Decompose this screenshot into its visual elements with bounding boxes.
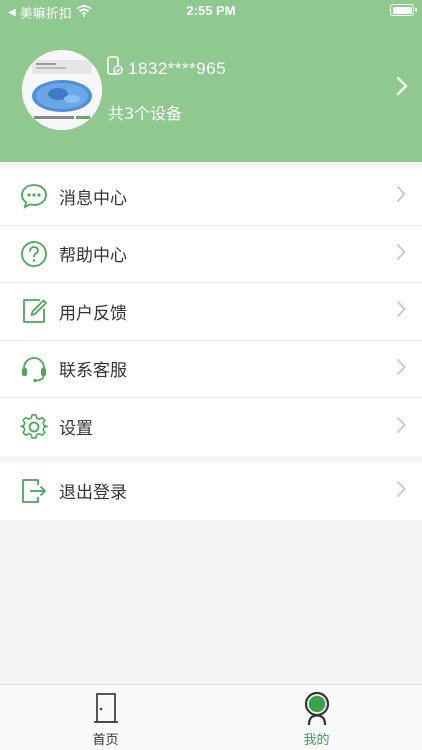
menu-group-main: 消息中心 帮助中心 用户反馈 联系客服 设置 bbox=[0, 168, 422, 456]
menu-item-feedback[interactable]: 用户反馈 bbox=[0, 283, 422, 341]
menu-label: 退出登录 bbox=[59, 483, 127, 504]
message-icon bbox=[20, 182, 48, 210]
user-icon bbox=[302, 691, 332, 731]
phone-row: 1832****965 bbox=[106, 56, 226, 81]
chevron-right-icon bbox=[396, 358, 406, 380]
gear-icon bbox=[20, 413, 49, 441]
menu-label: 消息中心 bbox=[59, 188, 127, 209]
battery-icon bbox=[390, 4, 417, 16]
menu-label: 设置 bbox=[59, 419, 93, 440]
door-icon bbox=[93, 691, 119, 729]
profile-header[interactable]: ◀ 美嘛折扣 2:55 PM 1832****965 共3个设备 bbox=[0, 0, 422, 162]
chevron-right-icon bbox=[396, 480, 406, 502]
tab-home[interactable]: 首页 bbox=[0, 685, 211, 750]
chevron-right-icon bbox=[396, 300, 406, 322]
help-icon bbox=[20, 240, 48, 268]
chevron-right-icon[interactable] bbox=[396, 76, 408, 100]
tab-label: 我的 bbox=[303, 733, 330, 748]
menu-item-settings[interactable]: 设置 bbox=[0, 398, 422, 456]
menu-item-contact-support[interactable]: 联系客服 bbox=[0, 341, 422, 398]
chevron-right-icon bbox=[396, 185, 406, 207]
tab-me[interactable]: 我的 bbox=[211, 685, 422, 750]
menu-item-messages[interactable]: 消息中心 bbox=[0, 168, 422, 226]
avatar[interactable] bbox=[22, 50, 102, 130]
logout-icon bbox=[20, 477, 48, 505]
menu-item-help[interactable]: 帮助中心 bbox=[0, 226, 422, 283]
menu-label: 联系客服 bbox=[59, 361, 127, 382]
phone-number: 1832****965 bbox=[128, 58, 227, 78]
tab-bar: 首页 我的 bbox=[0, 684, 422, 750]
menu-group-logout: 退出登录 bbox=[0, 462, 422, 520]
headset-icon bbox=[20, 355, 48, 383]
chevron-right-icon bbox=[396, 416, 406, 438]
menu-item-logout[interactable]: 退出登录 bbox=[0, 462, 422, 520]
device-count: 共3个设备 bbox=[108, 104, 183, 123]
menu-label: 帮助中心 bbox=[59, 246, 127, 267]
chevron-right-icon bbox=[396, 243, 406, 265]
status-bar: ◀ 美嘛折扣 2:55 PM bbox=[0, 0, 422, 22]
avatar-image bbox=[22, 50, 102, 130]
tab-label: 首页 bbox=[92, 733, 119, 748]
menu-label: 用户反馈 bbox=[59, 303, 127, 324]
status-time: 2:55 PM bbox=[186, 3, 236, 18]
feedback-icon bbox=[20, 297, 48, 325]
phone-icon bbox=[106, 56, 124, 81]
